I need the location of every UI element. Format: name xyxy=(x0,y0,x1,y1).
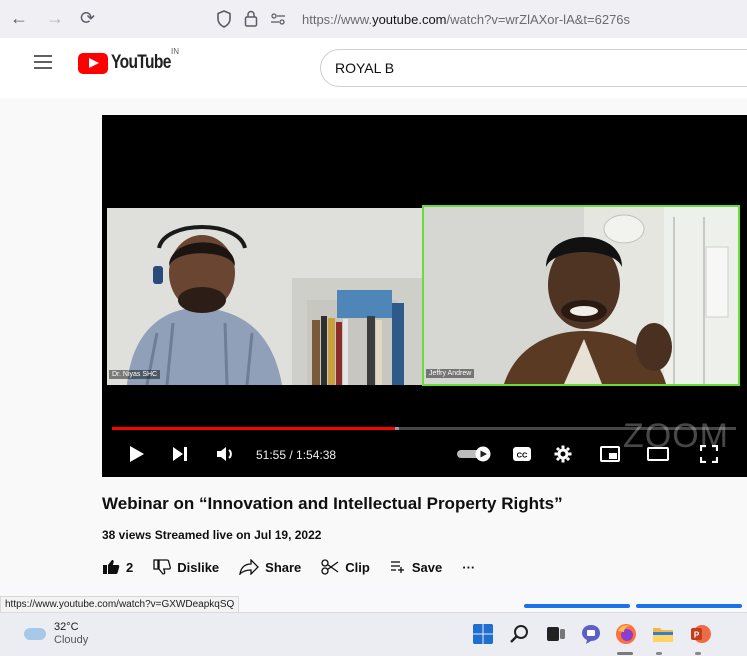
progress-played xyxy=(112,427,395,430)
settings-gear-icon[interactable] xyxy=(554,445,572,463)
shield-icon[interactable] xyxy=(216,10,232,28)
more-icon: ··· xyxy=(462,559,476,575)
next-icon[interactable] xyxy=(172,446,188,462)
address-bar[interactable]: https://www.youtube.com/watch?v=wrZlAXor… xyxy=(214,4,747,34)
video-player[interactable]: Dr. Niyas SHC Jeffry Andrew ZOOM 51:55 /… xyxy=(102,115,747,477)
youtube-play-icon xyxy=(78,52,108,74)
share-icon xyxy=(239,559,260,575)
youtube-logo[interactable]: YouTube IN xyxy=(78,47,184,74)
thumbs-up-icon xyxy=(103,560,120,574)
like-count: 2 xyxy=(126,559,134,575)
playlist-add-icon xyxy=(390,561,404,573)
search-query: ROYAL B xyxy=(335,60,395,76)
search-icon[interactable] xyxy=(509,623,531,645)
participant-tile: Dr. Niyas SHC xyxy=(107,208,422,385)
youtube-header: YouTube IN ROYAL B xyxy=(0,38,747,98)
task-view-icon[interactable] xyxy=(545,623,567,645)
weather-widget[interactable]: 32°C Cloudy xyxy=(24,621,88,647)
theater-mode-icon[interactable] xyxy=(647,447,669,461)
clip-label: Clip xyxy=(345,559,370,575)
cloud-icon xyxy=(24,628,46,640)
browser-toolbar: ← → ⟳ https://www.youtube.com/watch?v=wr… xyxy=(0,0,747,38)
menu-icon[interactable] xyxy=(34,55,52,69)
speaker-illustration xyxy=(424,207,738,384)
search-input[interactable]: ROYAL B xyxy=(320,49,747,87)
watch-page: Dr. Niyas SHC Jeffry Andrew ZOOM 51:55 /… xyxy=(0,98,747,586)
play-icon[interactable] xyxy=(129,445,145,463)
fullscreen-icon[interactable] xyxy=(700,445,718,463)
lock-icon[interactable] xyxy=(244,10,258,27)
weather-condition: Cloudy xyxy=(54,634,89,646)
windows-start-icon[interactable] xyxy=(472,623,494,645)
url-text[interactable]: https://www.youtube.com/watch?v=wrZlAXor… xyxy=(302,12,630,27)
url-prefix: https://www. xyxy=(302,12,373,27)
participant-name: Dr. Niyas SHC xyxy=(109,370,161,379)
permissions-icon[interactable] xyxy=(270,12,286,26)
autoplay-toggle-icon[interactable] xyxy=(456,446,494,462)
save-label: Save xyxy=(411,559,443,575)
forward-icon[interactable]: → xyxy=(46,8,64,29)
url-domain: youtube.com xyxy=(372,12,447,27)
volume-icon[interactable] xyxy=(216,445,236,463)
clip-button[interactable]: Clip xyxy=(321,559,370,575)
video-title: Webinar on “Innovation and Intellectual … xyxy=(102,494,563,513)
active-speaker-tile: Jeffry Andrew xyxy=(422,205,740,386)
more-actions-button[interactable]: ··· xyxy=(462,560,475,575)
participant-illustration xyxy=(107,208,422,385)
youtube-wordmark: YouTube xyxy=(111,52,171,73)
thumbs-down-icon xyxy=(153,559,172,575)
captions-icon[interactable]: CC xyxy=(512,446,532,462)
video-actions: 2 Dislike Share Clip Save ··· xyxy=(102,556,495,578)
video-meta: 38 views Streamed live on Jul 19, 2022 xyxy=(102,528,322,542)
participant-name: Jeffry Andrew xyxy=(426,369,475,378)
chat-icon[interactable] xyxy=(580,623,602,645)
svg-text:P: P xyxy=(694,631,700,640)
windows-taskbar: 32°C Cloudy P xyxy=(0,612,747,656)
partial-blue-button[interactable] xyxy=(636,604,742,608)
share-button[interactable]: Share xyxy=(239,559,301,575)
miniplayer-icon[interactable] xyxy=(600,446,620,462)
share-label: Share xyxy=(265,559,302,575)
country-code: IN xyxy=(171,47,179,56)
dislike-label: Dislike xyxy=(177,559,220,575)
url-path: /watch?v=wrZlAXor-lA&t=6276s xyxy=(446,12,631,27)
firefox-icon[interactable] xyxy=(615,623,637,645)
time-display: 51:55 / 1:54:38 xyxy=(256,448,337,462)
powerpoint-icon[interactable]: P xyxy=(689,623,711,645)
partial-blue-button[interactable] xyxy=(524,604,630,608)
reload-icon[interactable]: ⟳ xyxy=(80,8,95,29)
like-button[interactable]: 2 xyxy=(102,559,133,575)
progress-bar[interactable] xyxy=(112,427,736,430)
file-explorer-icon[interactable] xyxy=(652,623,674,645)
save-button[interactable]: Save xyxy=(390,560,442,575)
scissors-icon xyxy=(321,559,339,575)
dislike-button[interactable]: Dislike xyxy=(153,559,219,575)
back-icon[interactable]: ← xyxy=(10,8,28,29)
svg-text:CC: CC xyxy=(517,451,528,460)
weather-temp: 32°C xyxy=(54,621,79,633)
